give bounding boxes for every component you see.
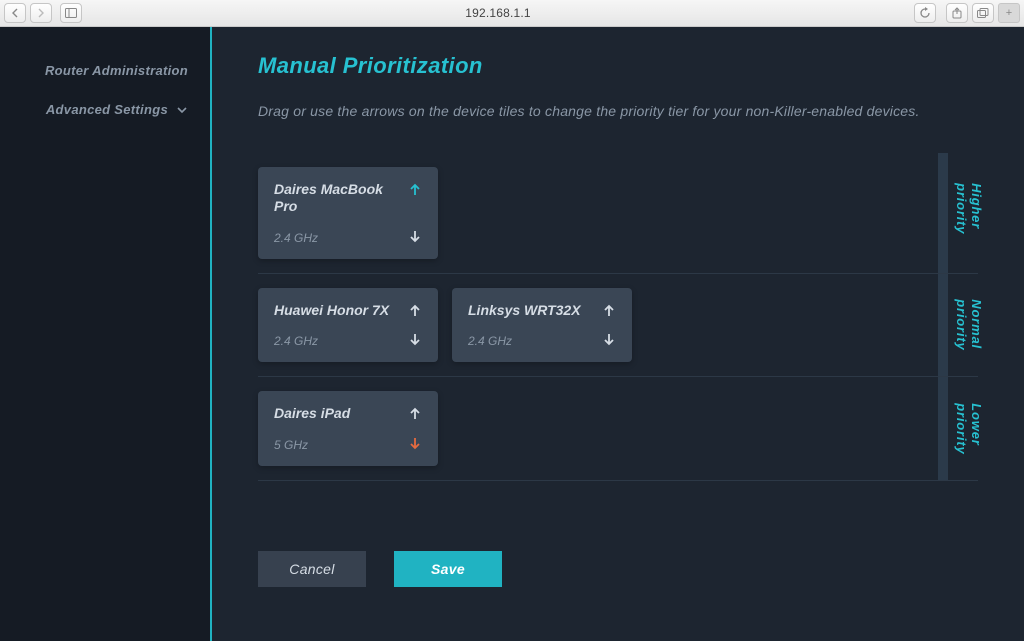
forward-button[interactable] bbox=[30, 3, 52, 23]
browser-chrome: 192.168.1.1 + bbox=[0, 0, 1024, 27]
priority-up-button[interactable] bbox=[406, 302, 424, 320]
device-band: 2.4 GHz bbox=[468, 334, 590, 348]
back-button[interactable] bbox=[4, 3, 26, 23]
device-band: 2.4 GHz bbox=[274, 231, 396, 245]
address-bar[interactable]: 192.168.1.1 bbox=[86, 6, 910, 20]
device-name: Huawei Honor 7X bbox=[274, 302, 396, 319]
page-title: Manual Prioritization bbox=[258, 53, 978, 79]
sidebar-item-label: Advanced Settings bbox=[46, 102, 168, 117]
save-button[interactable]: Save bbox=[394, 551, 502, 587]
tier-bar bbox=[938, 274, 948, 377]
priority-down-button[interactable] bbox=[406, 330, 424, 348]
device-tile[interactable]: Huawei Honor 7X 2.4 GHz bbox=[258, 288, 438, 363]
priority-down-button[interactable] bbox=[600, 330, 618, 348]
device-tile[interactable]: Linksys WRT32X 2.4 GHz bbox=[452, 288, 632, 363]
device-name: Linksys WRT32X bbox=[468, 302, 590, 319]
share-button[interactable] bbox=[946, 3, 968, 23]
tier-label: Normal priority bbox=[954, 299, 984, 350]
priority-tiers: Daires MacBook Pro 2.4 GHz Higher priori… bbox=[258, 153, 978, 481]
priority-up-button[interactable] bbox=[406, 405, 424, 423]
sidebar-toggle-button[interactable] bbox=[60, 3, 82, 23]
device-name: Daires iPad bbox=[274, 405, 396, 422]
tier-normal: Huawei Honor 7X 2.4 GHz Linksys bbox=[258, 274, 978, 378]
priority-up-button[interactable] bbox=[600, 302, 618, 320]
tier-bar bbox=[938, 153, 948, 273]
priority-up-button[interactable] bbox=[406, 181, 424, 199]
priority-down-button[interactable] bbox=[406, 434, 424, 452]
tier-higher: Daires MacBook Pro 2.4 GHz Higher priori… bbox=[258, 153, 978, 274]
tabs-button[interactable] bbox=[972, 3, 994, 23]
tier-label: Lower priority bbox=[954, 403, 984, 454]
device-tile[interactable]: Daires MacBook Pro 2.4 GHz bbox=[258, 167, 438, 259]
footer-actions: Cancel Save bbox=[258, 551, 978, 587]
tier-lower: Daires iPad 5 GHz Lower priority bbox=[258, 377, 978, 481]
device-tile[interactable]: Daires iPad 5 GHz bbox=[258, 391, 438, 466]
reload-button[interactable] bbox=[914, 3, 936, 23]
sidebar-item-advanced-settings[interactable]: Advanced Settings bbox=[0, 90, 210, 129]
priority-down-button[interactable] bbox=[406, 227, 424, 245]
page-hint: Drag or use the arrows on the device til… bbox=[258, 103, 978, 119]
device-name: Daires MacBook Pro bbox=[274, 181, 396, 215]
chevron-down-icon bbox=[176, 106, 188, 114]
device-band: 2.4 GHz bbox=[274, 334, 396, 348]
sidebar-item-label: Router Administration bbox=[45, 63, 188, 78]
device-band: 5 GHz bbox=[274, 438, 396, 452]
sidebar: Router Administration Advanced Settings bbox=[0, 27, 212, 641]
sidebar-item-router-admin[interactable]: Router Administration bbox=[0, 51, 210, 90]
cancel-button[interactable]: Cancel bbox=[258, 551, 366, 587]
tier-bar bbox=[938, 377, 948, 480]
new-tab-button[interactable]: + bbox=[998, 3, 1020, 23]
tier-label: Higher priority bbox=[954, 183, 984, 243]
main-content: Manual Prioritization Drag or use the ar… bbox=[212, 27, 1024, 641]
